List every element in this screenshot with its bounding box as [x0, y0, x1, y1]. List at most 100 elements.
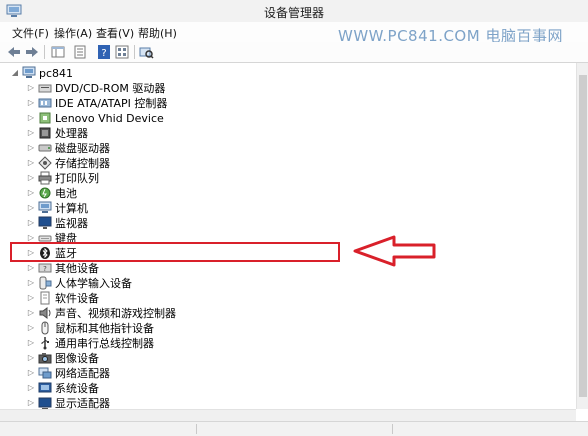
storage-controller-icon [38, 156, 52, 170]
toolbar-separator [134, 45, 135, 59]
dvd-drive-icon [38, 84, 52, 93]
menu-file[interactable]: 文件(F) [12, 25, 49, 41]
tree-item-label: 鼠标和其他指针设备 [55, 322, 154, 335]
monitor-icon [38, 216, 52, 229]
menu-view[interactable]: 查看(V) [96, 25, 134, 41]
computer-icon [22, 66, 36, 78]
tree-item-lenovo-vhid[interactable]: ▷ Lenovo Vhid Device [8, 111, 568, 126]
usb-icon [41, 337, 49, 350]
tree-item-sound-video-game[interactable]: ▷ 声音、视频和游戏控制器 [8, 306, 568, 321]
expand-arrow-icon[interactable]: ▷ [26, 307, 36, 319]
network-icon [38, 367, 52, 379]
expand-arrow-icon[interactable]: ▷ [26, 277, 36, 289]
menu-action[interactable]: 操作(A) [54, 25, 92, 41]
tree-item-monitor[interactable]: ▷ 监视器 [8, 216, 568, 231]
tree-item-other-devices[interactable]: ▷ ? 其他设备 [8, 261, 568, 276]
tree-item-battery[interactable]: ▷ 电池 [8, 186, 568, 201]
device-tree: ◢ pc841 ▷ DVD/CD-ROM 驱动器 ▷ IDE ATA/ATAPI… [8, 63, 576, 410]
processor-icon [39, 127, 51, 139]
tree-item-label: 打印队列 [55, 172, 99, 185]
expand-arrow-icon[interactable]: ▷ [26, 367, 36, 379]
tree-item-disk-drive[interactable]: ▷ 磁盘驱动器 [8, 141, 568, 156]
tree-item-label: 处理器 [55, 127, 88, 140]
tree-item-usb[interactable]: ▷ 通用串行总线控制器 [8, 336, 568, 351]
tree-item-label: Lenovo Vhid Device [55, 112, 164, 125]
tree-item-label: 声音、视频和游戏控制器 [55, 307, 176, 320]
system-icon [38, 382, 52, 393]
collapse-arrow-icon[interactable]: ◢ [10, 67, 20, 79]
tree-item-label: 监视器 [55, 217, 88, 230]
toolbar-separator [44, 45, 45, 59]
tree-item-mouse[interactable]: ▷ 鼠标和其他指针设备 [8, 321, 568, 336]
help-icon[interactable]: ? [96, 44, 112, 60]
computer-icon [38, 201, 52, 213]
tree-item-computer[interactable]: ▷ 计算机 [8, 201, 568, 216]
display-icon [38, 397, 52, 410]
tree-item-label: 计算机 [55, 202, 88, 215]
scroll-thumb[interactable] [579, 75, 587, 397]
tree-item-label: 存储控制器 [55, 157, 110, 170]
disk-drive-icon [38, 144, 52, 152]
tree-item-label: IDE ATA/ATAPI 控制器 [55, 97, 168, 110]
tree-item-label: DVD/CD-ROM 驱动器 [55, 82, 166, 95]
status-separator [392, 424, 393, 434]
expand-arrow-icon[interactable]: ▷ [26, 112, 36, 124]
status-bar [0, 421, 588, 436]
svg-text:?: ? [43, 265, 47, 273]
expand-arrow-icon[interactable]: ▷ [26, 142, 36, 154]
tree-item-label: 其他设备 [55, 262, 99, 275]
tree-item-label: 人体学输入设备 [55, 277, 132, 290]
expand-arrow-icon[interactable]: ▷ [26, 397, 36, 409]
tree-item-imaging[interactable]: ▷ 图像设备 [8, 351, 568, 366]
expand-arrow-icon[interactable]: ▷ [26, 382, 36, 394]
scan-hardware-icon[interactable] [138, 44, 154, 60]
ide-controller-icon [38, 98, 52, 108]
expand-arrow-icon[interactable]: ▷ [26, 322, 36, 334]
properties-icon[interactable] [72, 44, 88, 60]
expand-arrow-icon[interactable]: ▷ [26, 172, 36, 184]
tree-root[interactable]: ◢ pc841 [8, 66, 568, 81]
expand-arrow-icon[interactable]: ▷ [26, 82, 36, 94]
menu-help[interactable]: 帮助(H) [138, 25, 177, 41]
tree-item-print-queue[interactable]: ▷ 打印队列 [8, 171, 568, 186]
camera-icon [38, 353, 52, 364]
back-arrow-icon[interactable] [6, 44, 22, 60]
highlight-box [10, 242, 340, 262]
expand-arrow-icon[interactable]: ▷ [26, 292, 36, 304]
tree-item-hid[interactable]: ▷ 人体学输入设备 [8, 276, 568, 291]
forward-arrow-icon[interactable] [24, 44, 40, 60]
tree-item-system-devices[interactable]: ▷ 系统设备 [8, 381, 568, 396]
speaker-icon [39, 307, 51, 319]
expand-arrow-icon[interactable]: ▷ [26, 262, 36, 274]
console-tree-icon[interactable] [50, 44, 66, 60]
tree-item-label: 网络适配器 [55, 367, 110, 380]
show-hidden-icon[interactable] [114, 44, 130, 60]
tree-item-software-devices[interactable]: ▷ 软件设备 [8, 291, 568, 306]
tree-item-network[interactable]: ▷ 网络适配器 [8, 366, 568, 381]
tree-item-storage-controller[interactable]: ▷ 存储控制器 [8, 156, 568, 171]
expand-arrow-icon[interactable]: ▷ [26, 217, 36, 229]
tree-item-label: 图像设备 [55, 352, 99, 365]
expand-arrow-icon[interactable]: ▷ [26, 97, 36, 109]
tree-item-label: 系统设备 [55, 382, 99, 395]
status-separator [196, 424, 197, 434]
tree-root-label: pc841 [39, 67, 74, 80]
vertical-scrollbar[interactable] [576, 63, 588, 409]
expand-arrow-icon[interactable]: ▷ [26, 352, 36, 364]
expand-arrow-icon[interactable]: ▷ [26, 157, 36, 169]
tree-item-processor[interactable]: ▷ 处理器 [8, 126, 568, 141]
battery-icon [39, 187, 51, 199]
title-bar: 设备管理器 [0, 0, 588, 22]
expand-arrow-icon[interactable]: ▷ [26, 337, 36, 349]
expand-arrow-icon[interactable]: ▷ [26, 202, 36, 214]
tree-item-dvd[interactable]: ▷ DVD/CD-ROM 驱动器 [8, 81, 568, 96]
window-title: 设备管理器 [263, 6, 324, 20]
expand-arrow-icon[interactable]: ▷ [26, 187, 36, 199]
tree-item-ide[interactable]: ▷ IDE ATA/ATAPI 控制器 [8, 96, 568, 111]
printer-icon [38, 171, 52, 185]
expand-arrow-icon[interactable]: ▷ [26, 127, 36, 139]
mouse-icon [41, 321, 49, 335]
svg-text:?: ? [101, 48, 106, 59]
hid-icon [39, 276, 52, 290]
annotation-arrow-icon [353, 235, 436, 267]
